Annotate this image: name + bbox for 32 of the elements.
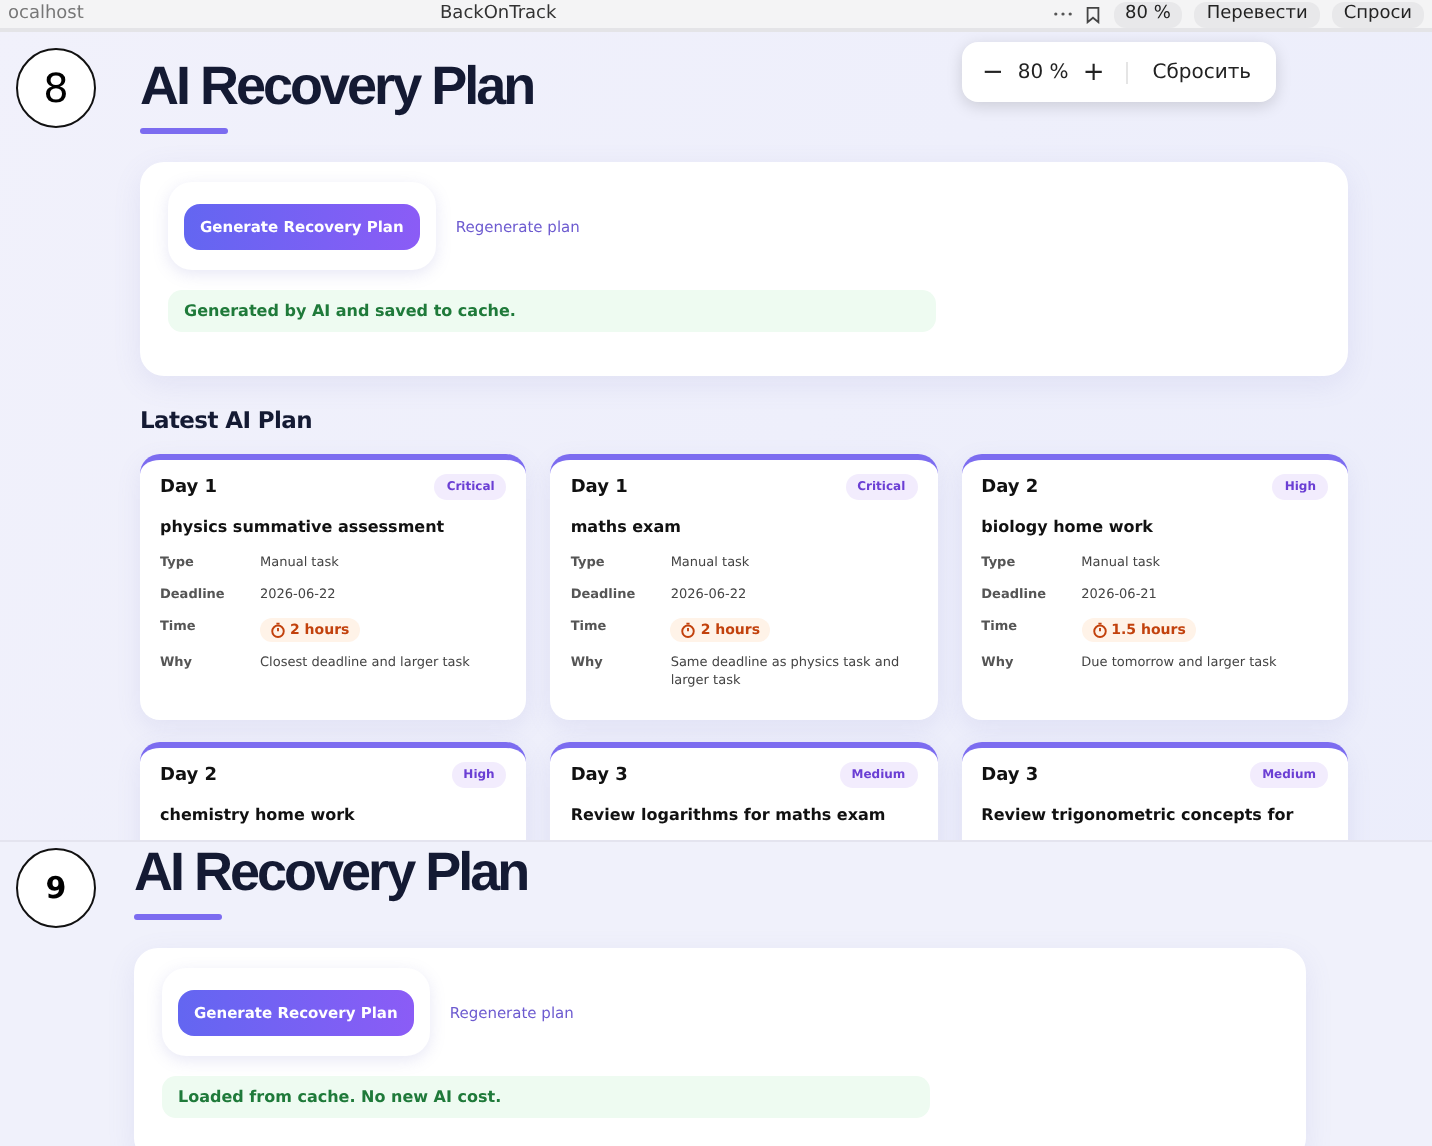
zoom-in-button[interactable]: +	[1078, 57, 1109, 87]
bookmark-icon[interactable]	[1083, 5, 1101, 23]
address-text[interactable]: ocalhost	[8, 4, 84, 24]
task-title: biology home work	[981, 518, 1155, 536]
zoom-button[interactable]: 80 %	[1113, 1, 1183, 27]
zoom-value: 80 %	[1017, 61, 1069, 83]
task-title: physics summative assessment	[160, 518, 447, 536]
task-title: chemistry home work	[160, 806, 357, 824]
stopwatch-icon	[1091, 621, 1108, 637]
step-number: 9	[16, 848, 96, 928]
page-title: AI Recovery Plan	[140, 56, 534, 118]
status-message: Loaded from cache. No new AI cost.	[162, 1076, 930, 1118]
task-title: Review trigonometric concepts for	[981, 806, 1296, 824]
task-title: maths exam	[570, 518, 683, 536]
step-number: 8	[16, 48, 96, 128]
zoom-out-button[interactable]: −	[978, 57, 1008, 87]
tab-title: BackOnTrack	[440, 4, 557, 24]
stopwatch-icon	[270, 621, 286, 637]
day-label: Day 3	[570, 765, 628, 785]
page-title: AI Recovery Plan	[134, 842, 528, 904]
translate-button[interactable]: Перевести	[1194, 1, 1320, 27]
day-label: Day 3	[981, 765, 1039, 785]
day-label: Day 1	[570, 477, 628, 497]
section-title: Latest AI Plan	[140, 406, 315, 434]
day-label: Day 2	[160, 765, 218, 785]
stopwatch-icon	[680, 621, 697, 637]
day-label: Day 1	[160, 477, 218, 497]
day-label: Day 2	[981, 477, 1039, 497]
task-title: Review logarithms for maths exam	[570, 806, 888, 824]
ask-button[interactable]: Спроси	[1331, 1, 1424, 27]
status-message: Generated by AI and saved to cache.	[168, 290, 936, 332]
reset-button[interactable]: Сбросить	[1126, 61, 1260, 83]
